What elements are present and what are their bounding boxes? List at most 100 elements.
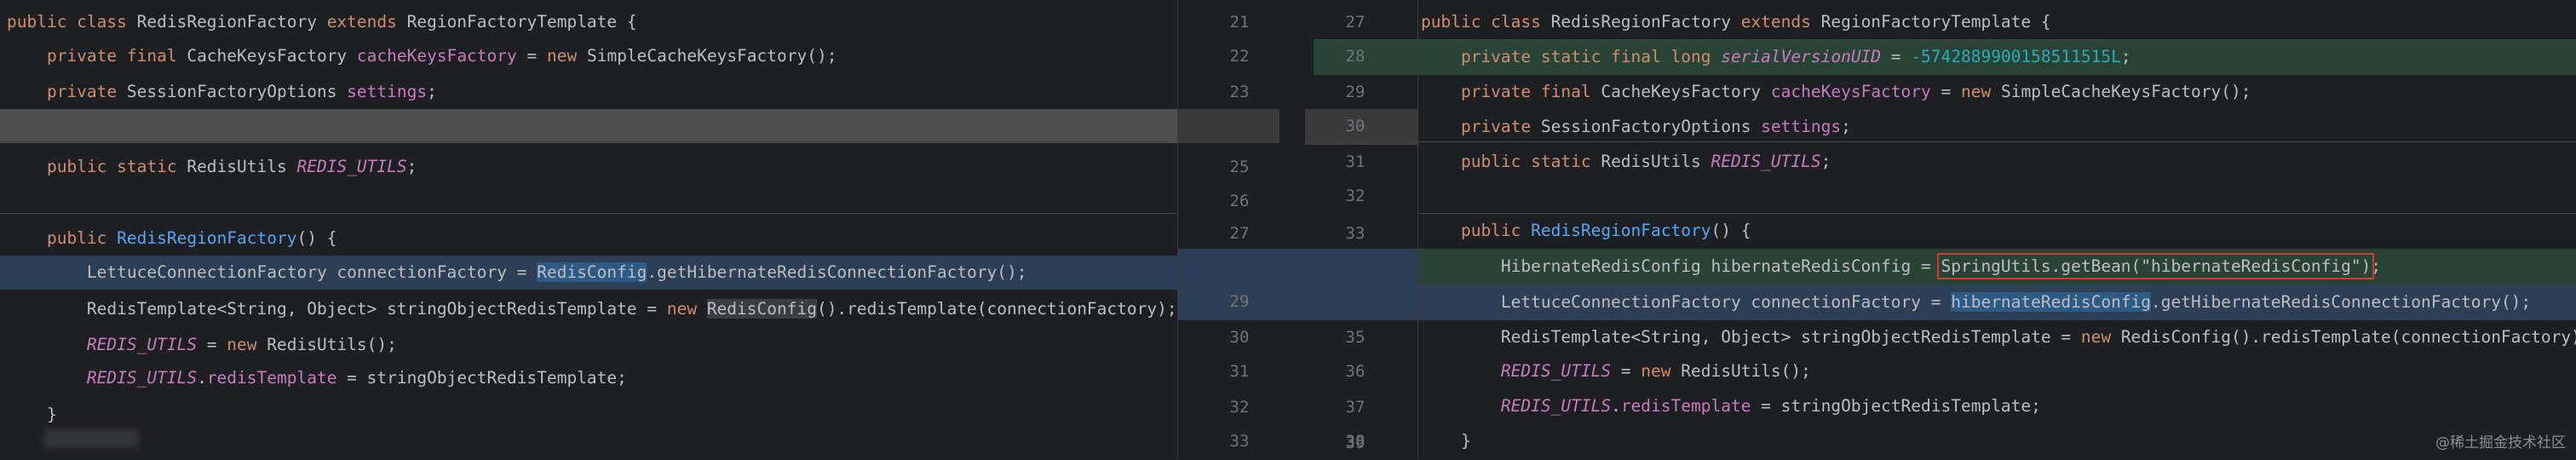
right-code-line[interactable]: private final CacheKeysFactory cacheKeys… [1417,75,2576,109]
right-code-line[interactable]: private SessionFactoryOptions settings; [1417,109,2576,145]
left-code-line[interactable]: public static RedisUtils REDIS_UTILS; [0,150,1177,184]
code-token: public class [1421,12,1551,32]
line-number: 23 [1229,83,1250,101]
code-token: SessionFactoryOptions [1540,117,1762,136]
line-number: 26 [1229,192,1250,210]
code-token: ; [2371,256,2382,276]
code-token: () { [296,228,337,248]
left-code-line[interactable]: REDIS_UTILS = new RedisUtils(); [0,327,1177,363]
left-code-text: REDIS_UTILS = new RedisUtils(); [7,327,397,363]
code-token: new [227,335,267,354]
right-code-text: public RedisRegionFactory() { [1421,213,1751,249]
code-token: RedisConfig [537,262,647,282]
code-token: new [1961,82,2001,101]
line-number: 21 [1229,13,1250,32]
line-number: 32 [1345,187,1366,205]
left-code-text: REDIS_UTILS.redisTemplate = stringObject… [7,361,627,395]
right-code-line[interactable] [1417,179,2576,213]
right-code-text: public class RedisRegionFactory extends … [1421,5,2051,39]
code-token: new [1641,361,1682,381]
right-code-line[interactable]: } [1417,424,2576,458]
left-editor-pane[interactable]: public class RedisRegionFactory extends … [0,0,1177,458]
code-token: = [1881,47,1912,66]
right-code-text: private static final long serialVersionU… [1421,39,2131,75]
code-token: cacheKeysFactory [356,46,517,66]
code-token: cacheKeysFactory [1770,82,1931,101]
right-code-line[interactable]: private static final long serialVersionU… [1417,39,2576,75]
left-code-line[interactable]: LettuceConnectionFactory connectionFacto… [0,256,1177,290]
left-code-text: public static RedisUtils REDIS_UTILS; [7,150,417,184]
code-token: = stringObjectRedisTemplate; [1751,396,2041,416]
code-token: public static [1421,152,1601,171]
left-code-line[interactable]: private SessionFactoryOptions settings; [0,75,1177,109]
right-code-line[interactable]: public class RedisRegionFactory extends … [1417,5,2576,39]
left-code-text: private final CacheKeysFactory cacheKeys… [7,39,837,73]
right-code-line[interactable]: public RedisRegionFactory() { [1417,213,2576,249]
code-token: . [1611,396,1621,416]
code-token: RedisTemplate<String, Object> stringObje… [7,299,667,319]
left-code-text: LettuceConnectionFactory connectionFacto… [7,256,1027,290]
left-code-line[interactable]: REDIS_UTILS.redisTemplate = stringObject… [0,361,1177,395]
right-code-text: HibernateRedisConfig hibernateRedisConfi… [1421,249,2381,285]
code-token: LettuceConnectionFactory connectionFacto… [1421,292,1952,312]
line-separator [1417,213,2576,214]
code-token: = [1930,82,1961,101]
right-code-line[interactable]: LettuceConnectionFactory connectionFacto… [1417,285,2576,320]
line-number: 29 [1345,83,1366,101]
code-token: } [7,405,57,424]
code-token: new [666,299,707,319]
right-code-text: public static RedisUtils REDIS_UTILS; [1421,145,1831,179]
code-token: SpringUtils.getBean("hibernateRedisConfi… [1937,253,2375,279]
code-token: REDIS_UTILS [86,368,198,388]
code-token: RegionFactoryTemplate { [406,12,637,32]
line-number: 29 [1229,292,1250,311]
line-separator [0,213,1177,214]
right-code-line[interactable]: REDIS_UTILS.redisTemplate = stringObject… [1417,388,2576,424]
code-token: .getHibernateRedisConnectionFactory(); [2151,292,2532,312]
line-number: 35 [1345,328,1366,347]
code-token: redisTemplate [1620,396,1751,416]
diff-viewer: public class RedisRegionFactory extends … [0,0,2576,458]
code-token: CacheKeysFactory [187,46,357,66]
code-token: RegionFactoryTemplate { [1820,12,2051,32]
right-code-line[interactable]: HibernateRedisConfig hibernateRedisConfi… [1417,249,2576,285]
code-token: LettuceConnectionFactory connectionFacto… [7,262,538,282]
line-number: 37 [1345,398,1366,417]
code-token: private final [1421,82,1601,101]
code-token: SimpleCacheKeysFactory(); [586,46,837,66]
right-code-text: private SessionFactoryOptions settings; [1421,109,1851,145]
code-token: REDIS_UTILS [1500,361,1612,381]
left-code-line[interactable]: public class RedisRegionFactory extends … [0,5,1177,39]
left-code-line[interactable] [0,433,1177,458]
code-token: REDIS_UTILS [296,157,407,176]
left-code-text: } [7,397,57,433]
right-editor-pane[interactable]: public class RedisRegionFactory extends … [1417,0,2576,458]
change-band [1177,249,1417,285]
code-token: RedisTemplate<String, Object> stringObje… [1421,327,2081,347]
line-number: 31 [1345,152,1366,171]
code-token: RedisRegionFactory [136,12,327,32]
line-number: 33 [1229,432,1250,451]
code-token: = [1611,361,1642,381]
code-token: . [197,368,207,388]
left-code-line[interactable]: RedisTemplate<String, Object> stringObje… [0,291,1177,327]
left-code-text: RedisTemplate<String, Object> stringObje… [7,291,1177,327]
left-pane-divider [1177,0,1178,458]
right-code-text: RedisTemplate<String, Object> stringObje… [1421,320,2576,354]
code-token: public [1421,221,1532,240]
right-code-line[interactable]: RedisTemplate<String, Object> stringObje… [1417,320,2576,354]
left-code-line[interactable]: private final CacheKeysFactory cacheKeys… [0,39,1177,73]
code-token: public static [7,157,187,176]
left-code-line[interactable]: public RedisRegionFactory() { [0,221,1177,256]
code-token: private [7,82,127,101]
right-code-line[interactable]: REDIS_UTILS = new RedisUtils(); [1417,354,2576,388]
left-code-line[interactable]: } [0,397,1177,433]
code-token: settings [347,82,428,101]
left-code-line[interactable] [0,109,1177,143]
code-token: () { [1711,221,1751,240]
line-number: 33 [1345,224,1366,243]
right-code-line[interactable]: public static RedisUtils REDIS_UTILS; [1417,145,2576,179]
watermark: @稀土掘金技术社区 [2435,434,2566,451]
code-token: ().redisTemplate(connectionFactory); [816,299,1177,319]
right-pane-divider [1417,0,1418,458]
